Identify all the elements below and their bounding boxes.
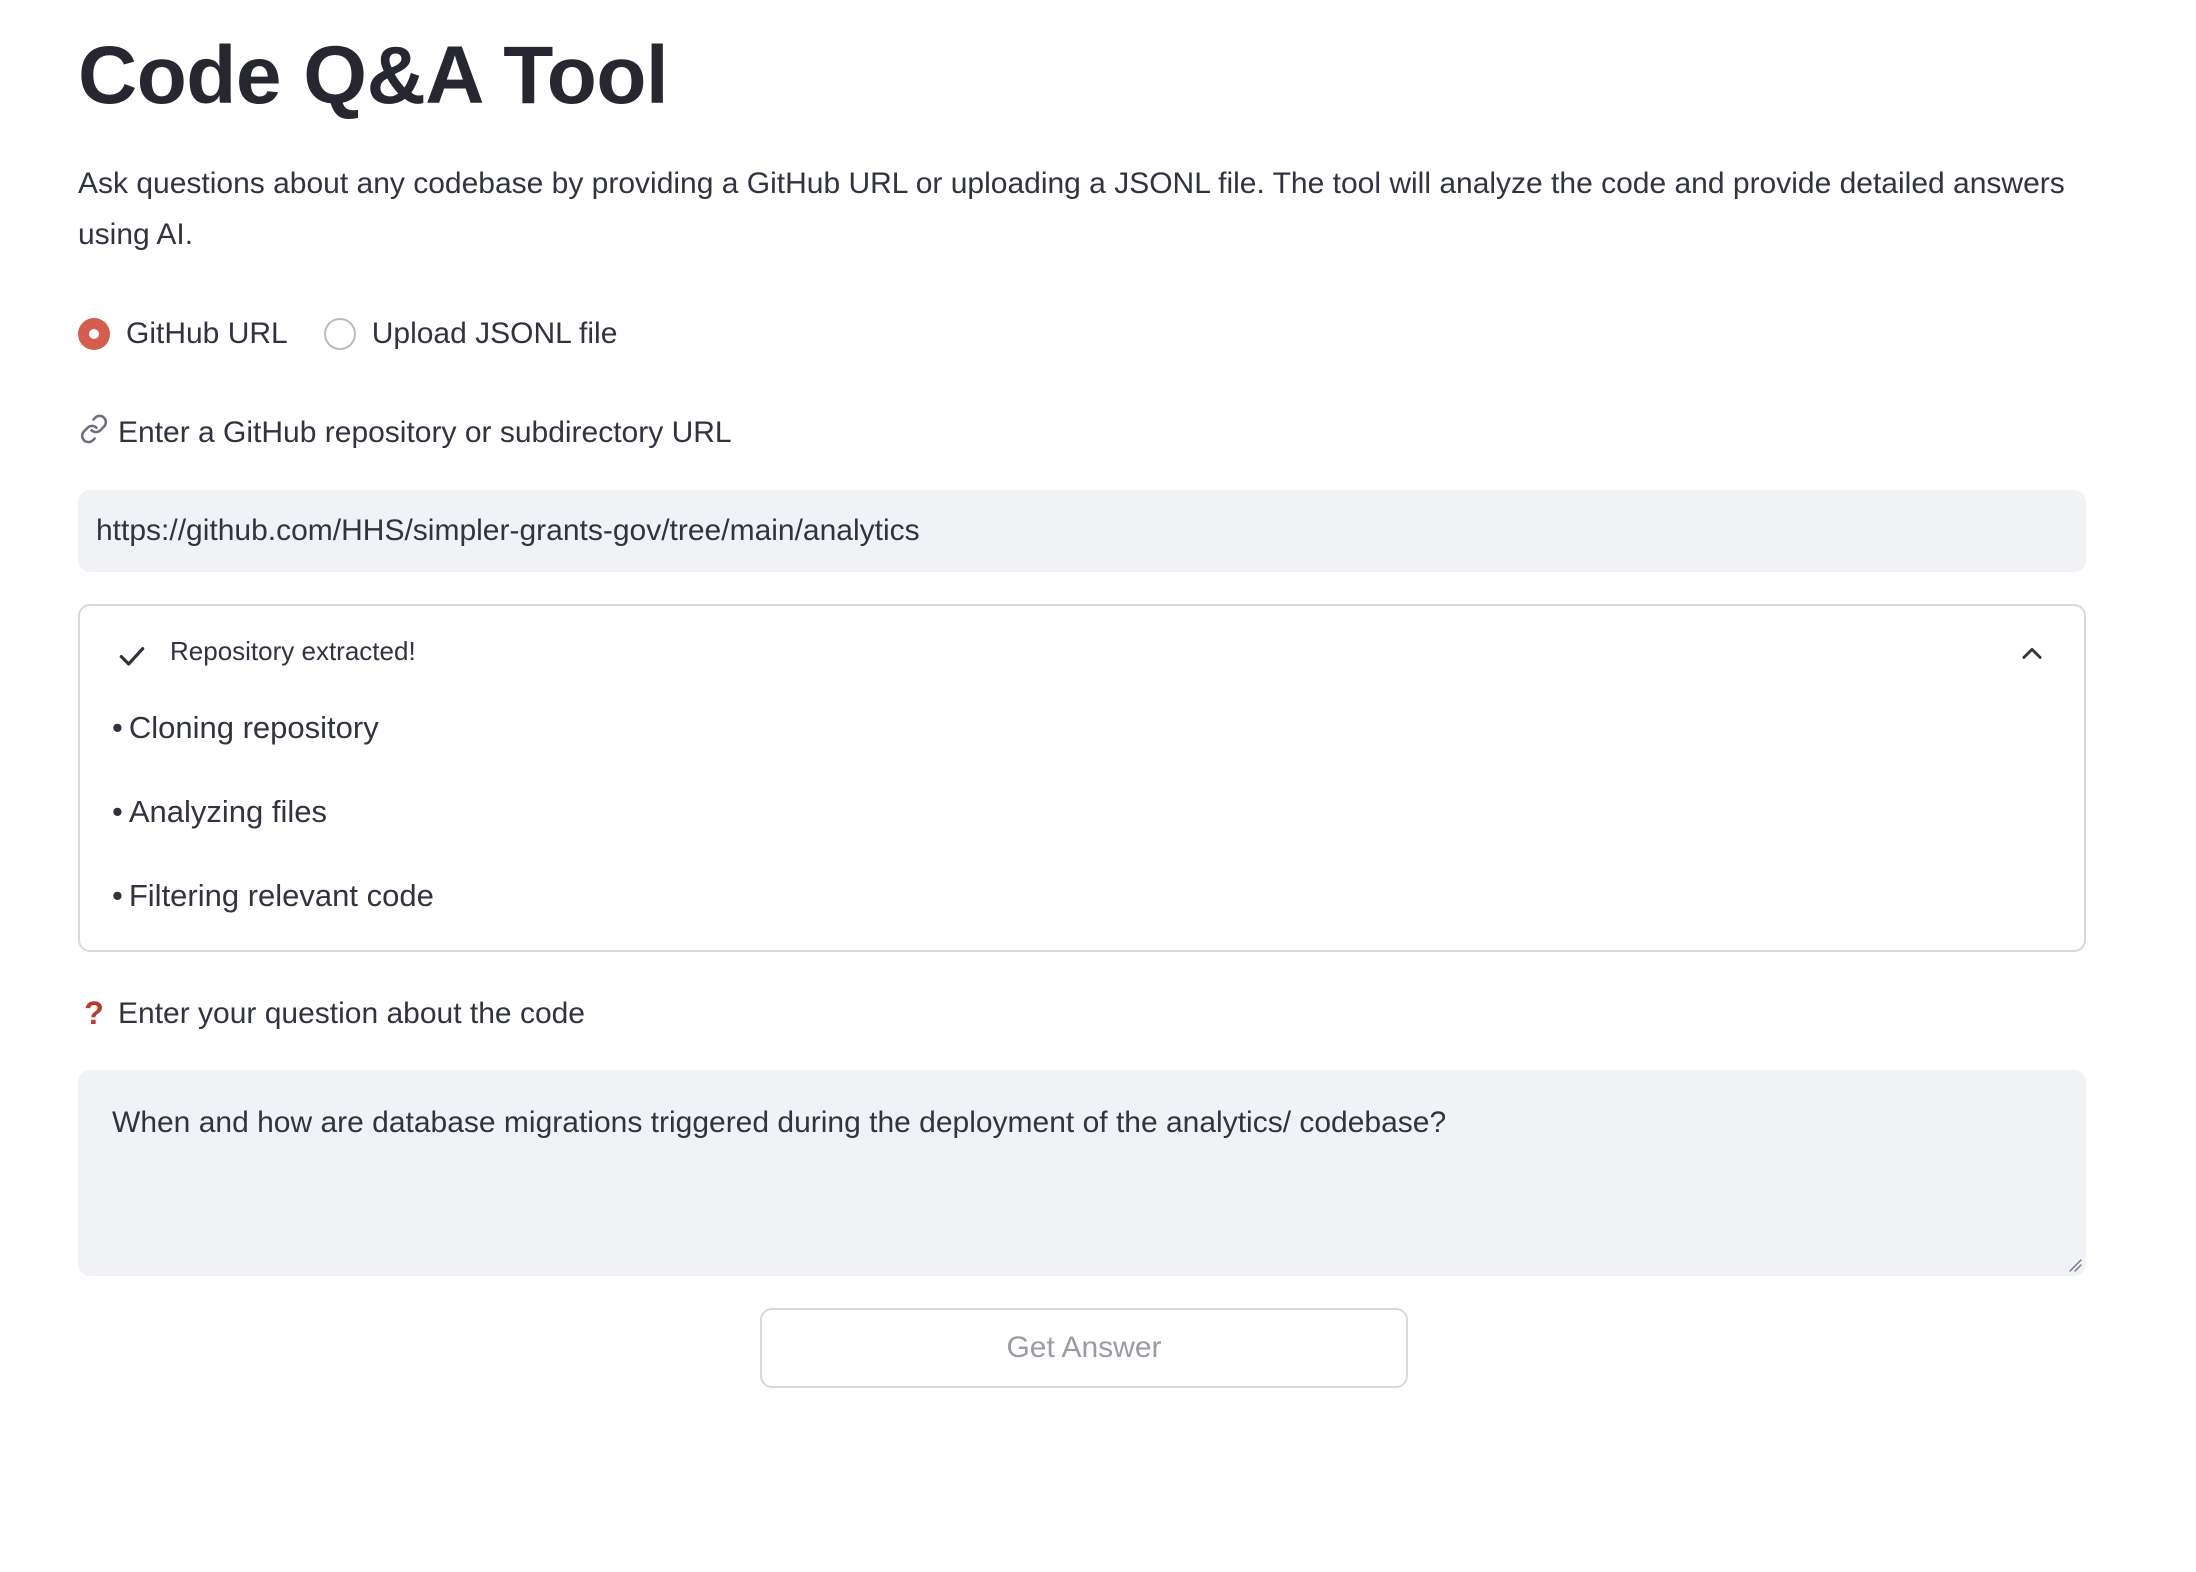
app-page: Code Q&A Tool Ask questions about any co… — [0, 0, 2196, 1572]
page-description: Ask questions about any codebase by prov… — [78, 167, 2065, 251]
radio-option-upload-jsonl[interactable]: Upload JSONL file — [323, 317, 618, 351]
radio-label-upload-jsonl: Upload JSONL file — [371, 317, 618, 350]
status-expander: Repository extracted! • Cloning repositor… — [78, 604, 2086, 952]
status-step: • Filtering relevant code — [112, 878, 434, 914]
page-title: Code Q&A Tool — [78, 30, 669, 121]
bullet-icon: • — [112, 794, 123, 829]
status-step-text: Filtering relevant code — [128, 878, 434, 913]
radio-label-github-url: GitHub URL — [126, 317, 288, 350]
bullet-icon: • — [112, 710, 123, 745]
status-title: Repository extracted! — [170, 636, 416, 666]
get-answer-button[interactable]: Get Answer — [760, 1308, 1408, 1388]
resize-handle-icon[interactable] — [2066, 1256, 2082, 1272]
radio-option-github-url[interactable]: GitHub URL — [78, 317, 288, 351]
question-field-label: ? Enter your question about the code — [78, 995, 585, 1032]
link-icon — [78, 414, 110, 452]
source-radio-group: GitHub URL Upload JSONL file — [78, 312, 653, 356]
chevron-up-icon[interactable] — [2018, 640, 2046, 668]
url-field-label: Enter a GitHub repository or subdirector… — [78, 414, 732, 452]
github-url-input[interactable] — [78, 490, 2086, 572]
url-field-label-text: Enter a GitHub repository or subdirector… — [118, 416, 732, 449]
status-step: • Analyzing files — [112, 794, 327, 830]
radio-unselected-icon[interactable] — [323, 318, 356, 350]
status-step-text: Analyzing files — [128, 794, 328, 829]
status-step: • Cloning repository — [112, 710, 379, 746]
question-textarea[interactable]: When and how are database migrations tri… — [78, 1070, 2086, 1276]
question-icon: ? — [84, 995, 104, 1031]
check-icon — [119, 647, 145, 666]
status-expander-header[interactable]: Repository extracted! — [80, 606, 2084, 702]
question-field-label-text: Enter your question about the code — [118, 996, 585, 1030]
bullet-icon: • — [112, 878, 123, 913]
radio-selected-icon[interactable] — [78, 318, 110, 350]
status-step-text: Cloning repository — [128, 710, 379, 745]
